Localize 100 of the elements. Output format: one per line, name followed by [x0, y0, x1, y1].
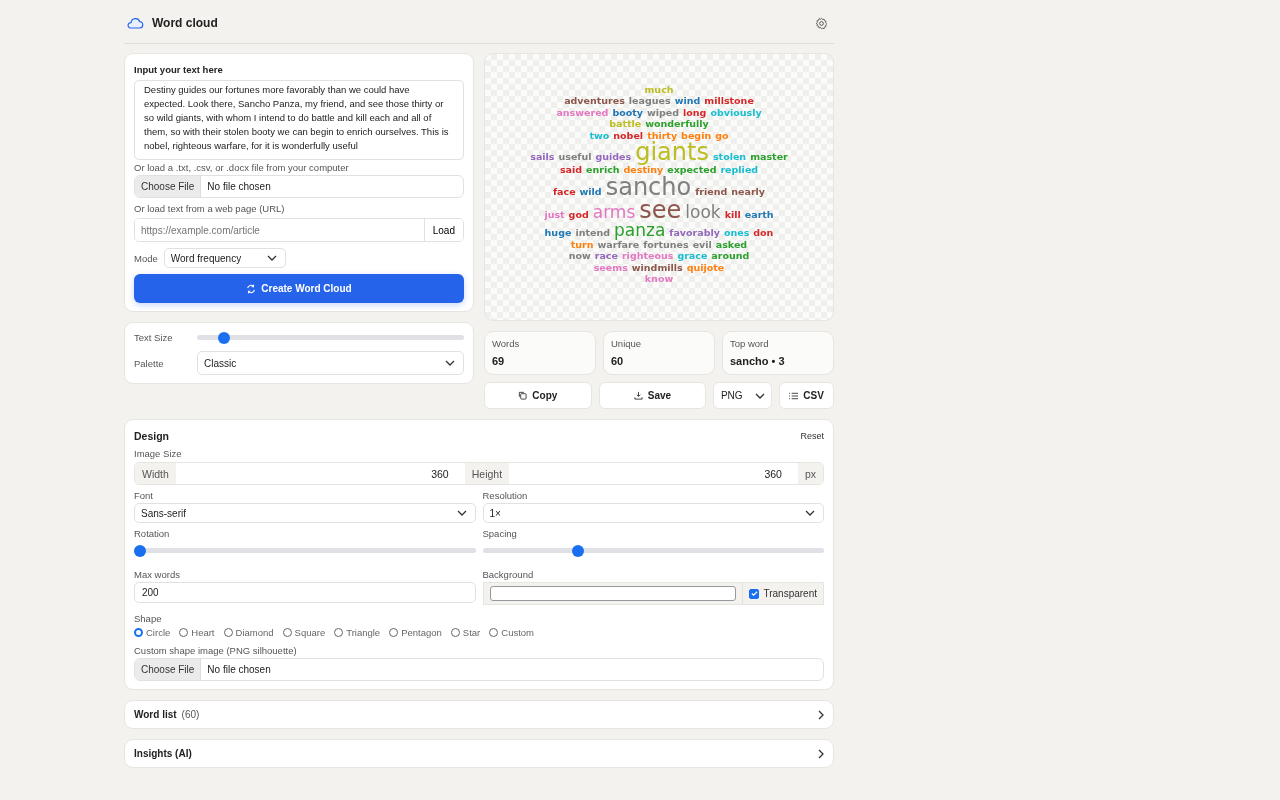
collapsible-section[interactable]: Insights (AI): [124, 739, 834, 768]
cloud-word: destiny: [623, 164, 664, 176]
chevron-right-icon: [818, 748, 824, 759]
shape-option-label: Pentagon: [401, 627, 442, 638]
slider-thumb[interactable]: [572, 544, 585, 557]
stat-value: sancho • 3: [730, 355, 786, 367]
input-label: Input your text here: [134, 64, 223, 75]
rotation-label: Rotation: [134, 528, 171, 539]
cloud-word: said: [559, 164, 582, 176]
cloud-word: sails: [530, 151, 555, 163]
cloud-word: friend: [695, 185, 728, 197]
app-title: Word cloud: [152, 16, 219, 30]
stat-label: Words: [492, 338, 521, 349]
background-label: Background: [482, 569, 535, 580]
cloud-word: warfare: [597, 238, 640, 250]
max-words-label: Max words: [134, 569, 181, 580]
cloud-word: evil: [692, 238, 712, 250]
cloud-icon: [126, 16, 144, 30]
transparent-checkbox[interactable]: [749, 588, 760, 599]
shape-option-label: Heart: [191, 627, 215, 638]
cloud-word: millstone: [704, 95, 754, 107]
palette-label: Palette: [134, 357, 165, 369]
cloud-word: begin: [681, 129, 712, 141]
cloud-word: fortunes: [643, 238, 689, 250]
copy-icon: [518, 391, 528, 400]
csv-button[interactable]: CSV: [779, 382, 834, 409]
image-size-label: Image Size: [134, 448, 183, 459]
chevron-down-icon: [445, 360, 455, 366]
mode-label: Mode: [134, 252, 158, 264]
chevron-down-icon: [266, 255, 277, 261]
cloud-word: answered: [556, 106, 609, 118]
cloud-word: now: [568, 250, 591, 262]
cloud-word: windmills: [631, 261, 683, 273]
cloud-word: around: [711, 250, 750, 262]
cloud-word: leagues: [628, 95, 671, 107]
cloud-word: booty: [612, 106, 643, 118]
stat-value: 69: [492, 355, 506, 367]
file-label: Or load a .txt, .csv, or .docx file from your computer: [134, 162, 350, 173]
cloud-word: kill: [724, 208, 741, 220]
shape-option-label: Square: [294, 627, 326, 638]
cloud-word: intend: [575, 226, 610, 238]
cloud-word: favorably: [669, 226, 720, 238]
section-count: (60): [181, 709, 200, 720]
shape-option-label: Custom: [501, 627, 535, 638]
stat-label: Unique: [611, 338, 643, 349]
cloud-word: panza: [613, 221, 666, 239]
text-input[interactable]: Destiny guides our fortunes more favorably than we could have expected. Look there, Sancho Panza, my friend, and see those thirty or so wild giants, with whom I intend to do battle and kill each and all of them, so with their stolen booty we can begin to enrich ourselves. This is nobel, righteous warfare, for it is wonderfully useful: [134, 80, 464, 160]
reset-button[interactable]: Reset: [800, 431, 824, 441]
cloud-word: race: [594, 250, 618, 262]
cloud-word: long: [683, 106, 707, 118]
cloud-word: quijote: [686, 261, 725, 273]
cloud-word: much: [644, 83, 674, 95]
refresh-icon: [246, 283, 257, 294]
palette-dropdown[interactable]: Classic: [197, 351, 464, 375]
cloud-word: enrich: [586, 164, 620, 176]
cloud-word: grace: [677, 250, 708, 262]
save-button[interactable]: Save: [598, 382, 707, 409]
chevron-down-icon: [805, 510, 815, 516]
cloud-word: seems: [593, 261, 628, 273]
cloud-word: face: [552, 185, 576, 197]
cloud-word: turn: [570, 238, 594, 250]
cloud-word: earth: [744, 208, 774, 220]
settings-icon[interactable]: [815, 16, 828, 30]
format-dropdown[interactable]: PNG: [713, 382, 773, 409]
section-title: Word list: [134, 709, 177, 720]
cloud-word: wind: [674, 95, 701, 107]
cloud-word: battle: [609, 118, 642, 130]
cloud-word: know: [644, 273, 674, 285]
stat-value: 60: [611, 355, 625, 367]
download-icon: [633, 391, 643, 400]
create-button[interactable]: Create Word Cloud: [134, 274, 464, 303]
chevron-right-icon: [818, 709, 824, 720]
font-dropdown[interactable]: Sans-serif: [134, 503, 476, 523]
cloud-word: master: [750, 151, 788, 163]
slider-thumb[interactable]: [217, 331, 230, 344]
color-field[interactable]: [489, 586, 737, 601]
shape-file-input[interactable]: Choose File No file chosen: [134, 658, 824, 681]
cloud-word: guides: [595, 151, 632, 163]
cloud-word: wiped: [647, 106, 680, 118]
cloud-word: useful: [558, 151, 592, 163]
cloud-word: arms: [592, 203, 636, 221]
copy-button[interactable]: Copy: [484, 382, 592, 409]
cloud-word: wonderfully: [645, 118, 709, 130]
shape-label: Shape: [134, 613, 163, 624]
collapsible-section[interactable]: Word list (60): [124, 700, 834, 729]
url-label: Or load text from a web page (URL): [134, 203, 286, 214]
cloud-word: giants: [635, 141, 709, 164]
font-label: Font: [134, 490, 154, 501]
resolution-dropdown[interactable]: 1×: [482, 503, 824, 523]
resolution-label: Resolution: [482, 490, 529, 501]
slider-thumb[interactable]: [134, 544, 147, 557]
file-input[interactable]: Choose File No file chosen: [134, 175, 464, 198]
cloud-word: wild: [579, 185, 602, 197]
cloud-word: two: [589, 129, 610, 141]
cloud-word: nearly: [731, 185, 766, 197]
shape-option-label: Triangle: [346, 627, 381, 638]
shape-radio[interactable]: [134, 628, 143, 637]
cloud-word: go: [715, 129, 729, 141]
max-words-field[interactable]: 200: [134, 582, 476, 603]
mode-dropdown[interactable]: Word frequency: [163, 248, 286, 268]
